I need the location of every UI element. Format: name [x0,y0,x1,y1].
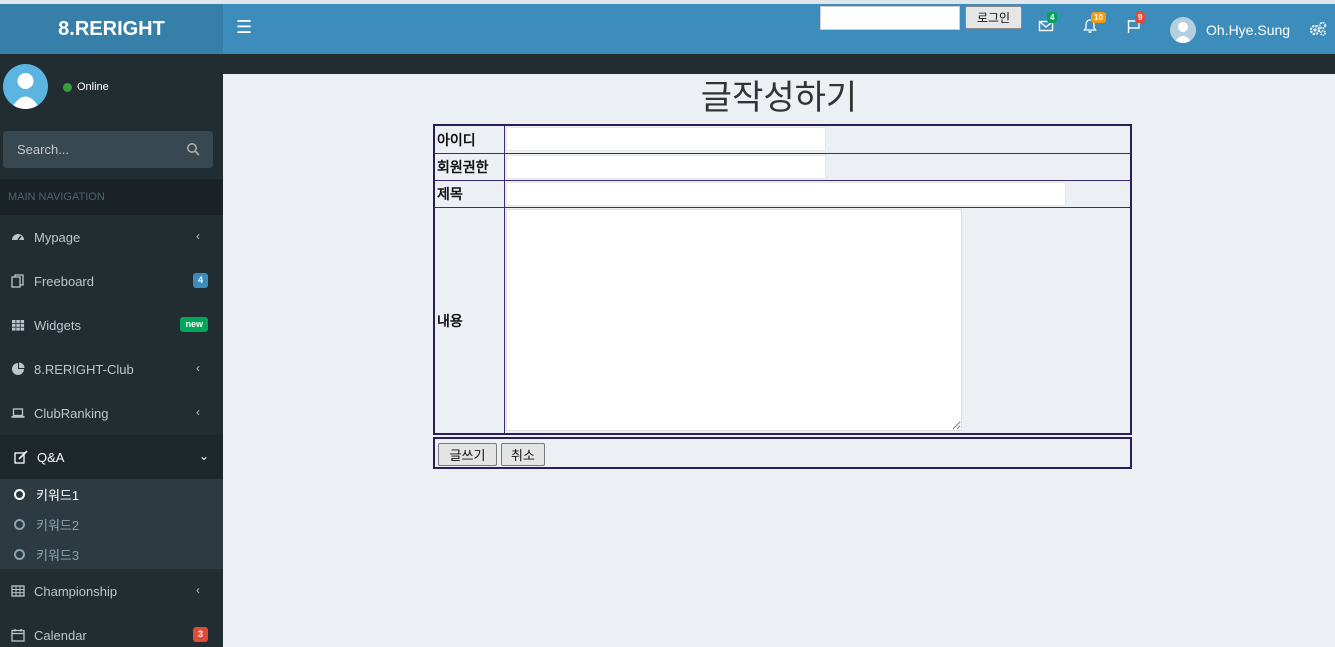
user-panel: Online [0,54,223,124]
sidebar-item-qna[interactable]: Q&A ⌄ [0,435,223,479]
sidebar-item-label: Q&A [37,449,65,465]
chevron-down-icon: ⌄ [199,449,210,463]
flag-count-badge: 9 [1135,12,1146,23]
sidebar-item-club[interactable]: 8.RERIGHT-Club ‹ [0,347,223,391]
mail-count-badge: 4 [1047,12,1058,23]
content-label: 내용 [435,208,505,433]
chevron-left-icon: ‹ [196,229,200,243]
member-auth-input[interactable] [506,155,826,179]
chevron-left-icon: ‹ [196,361,200,375]
subject-label: 제목 [435,181,505,207]
sidebar-item-widgets[interactable]: Widgets new [0,303,223,347]
top-header: 8.RERIGHT ☰ 로그인 4 10 9 Oh.Hye.Sung [0,0,1335,54]
sidebar-item-clubranking[interactable]: ClubRanking ‹ [0,391,223,435]
sidebar-item-freeboard[interactable]: Freeboard 4 [0,259,223,303]
bell-icon[interactable]: 10 [1082,12,1106,40]
id-label: 아이디 [435,126,505,153]
laptop-icon [10,406,26,420]
submenu-item-keyword3[interactable]: 키워드3 [0,539,223,569]
grid-icon [10,318,26,332]
form-actions: 글쓰기 취소 [433,437,1132,469]
login-button[interactable]: 로그인 [965,6,1022,29]
member-auth-label: 회원권한 [435,154,505,180]
sidebar-item-championship[interactable]: Championship ‹ [0,569,223,613]
sidebar-item-calendar[interactable]: Calendar 3 [0,613,223,647]
search-icon[interactable] [186,142,200,161]
notification-count-badge: 10 [1091,12,1106,23]
online-status: Online [63,81,109,93]
submenu-item-label: 키워드1 [36,487,80,503]
logo[interactable]: 8.RERIGHT [0,4,223,54]
submenu-item-label: 키워드3 [36,547,80,563]
edit-icon [13,450,29,464]
form-row-auth: 회원권한 [435,154,1130,181]
calendar-icon [10,628,26,642]
main-navigation-header: MAIN NAVIGATION [0,179,223,215]
sidebar: Online MAIN NAVIGATION Mypage ‹ Freeboar… [0,54,223,647]
sidebar-search-input[interactable] [3,131,173,168]
user-avatar [1170,17,1196,43]
online-status-label: Online [77,81,109,93]
new-badge: new [180,317,208,332]
sidebar-search [3,131,213,168]
subject-input[interactable] [506,182,1066,206]
gears-icon[interactable] [1309,21,1327,41]
mail-icon[interactable]: 4 [1038,12,1060,40]
sidebar-item-label: Championship [34,583,118,599]
freeboard-count-badge: 4 [192,273,208,288]
submenu-item-keyword2[interactable]: 키워드2 [0,509,223,539]
sidebar-item-label: Mypage [34,229,81,245]
circle-icon [14,548,25,560]
sidebar-item-label: Freeboard [34,273,94,289]
status-dot-icon [63,82,72,92]
content-textarea[interactable] [506,209,962,431]
submit-post-button[interactable]: 글쓰기 [438,443,497,466]
pie-chart-icon [10,362,26,376]
form-row-content: 내용 [435,208,1130,433]
circle-icon [14,488,25,500]
user-menu[interactable]: Oh.Hye.Sung [1170,16,1290,44]
sidebar-item-label: Calendar [34,627,87,643]
sidebar-item-label: ClubRanking [34,405,109,421]
write-post-form: 아이디 회원권한 제목 내용 [433,124,1132,435]
sidebar-item-mypage[interactable]: Mypage ‹ [0,215,223,259]
sidebar-toggle-icon[interactable]: ☰ [236,16,252,40]
id-input[interactable] [506,127,826,151]
form-row-subject: 제목 [435,181,1130,208]
chevron-left-icon: ‹ [196,405,200,419]
submenu-item-label: 키워드2 [36,517,80,533]
page-title: 글작성하기 [700,78,858,118]
dashboard-icon [10,230,26,244]
user-name: Oh.Hye.Sung [1206,22,1291,38]
submenu-item-keyword1[interactable]: 키워드1 [0,479,223,509]
flag-icon[interactable]: 9 [1126,12,1148,40]
sidebar-avatar [3,64,48,109]
sidebar-item-label: 8.RERIGHT-Club [34,361,134,377]
calendar-count-badge: 3 [192,627,208,642]
chevron-left-icon: ‹ [196,583,200,597]
circle-icon [14,518,25,530]
cancel-button[interactable]: 취소 [501,443,545,466]
top-search-input[interactable] [820,6,960,30]
qna-submenu: 키워드1 키워드2 키워드3 [0,479,223,569]
sidebar-item-label: Widgets [34,317,81,333]
table-icon [10,584,26,598]
form-row-id: 아이디 [435,126,1130,154]
files-icon [10,274,26,288]
